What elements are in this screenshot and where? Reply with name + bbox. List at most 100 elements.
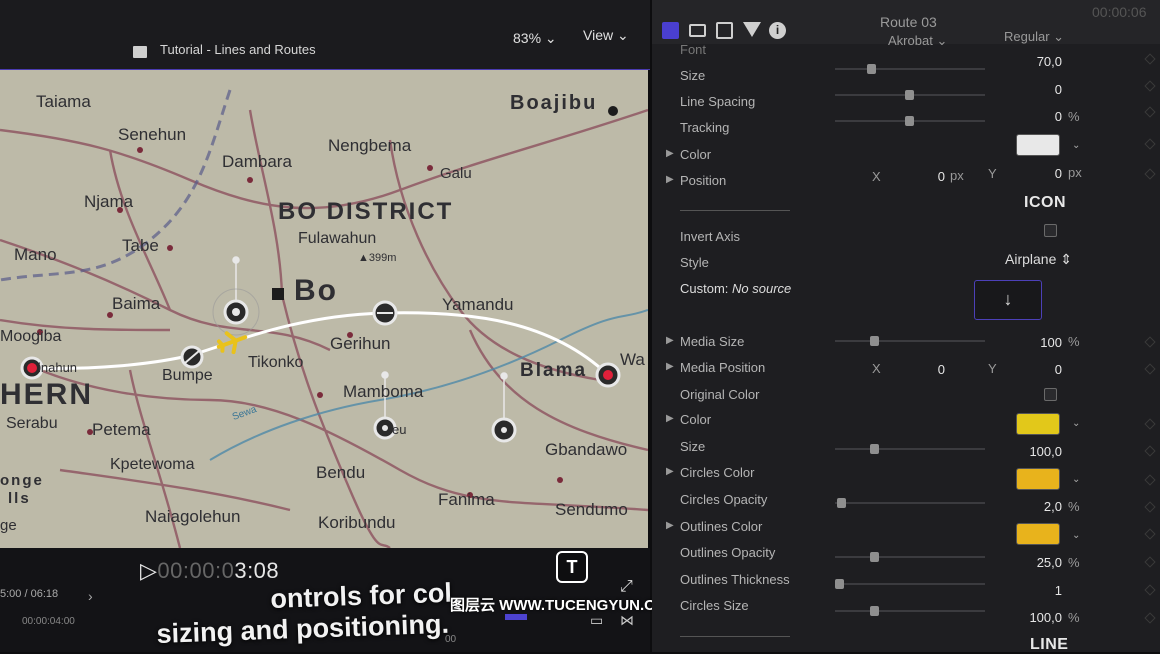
chevron-down-icon: ⌄ bbox=[544, 30, 557, 46]
place-label: BO DISTRICT bbox=[278, 198, 454, 225]
font-family-select[interactable]: Akrobat ⌄ bbox=[888, 33, 947, 49]
keyframe-button[interactable] bbox=[1144, 168, 1156, 180]
paragraph-tab-icon[interactable] bbox=[689, 24, 706, 37]
media-position-y-value[interactable]: 0 bbox=[972, 362, 1062, 377]
keyframe-button[interactable] bbox=[1144, 612, 1156, 624]
font-weight-select[interactable]: Regular ⌄ bbox=[1004, 29, 1064, 45]
outlines-opacity-slider[interactable] bbox=[835, 552, 985, 562]
outlines-color-label[interactable]: ▶ Outlines Color bbox=[666, 519, 762, 534]
tracking-value[interactable]: 0 bbox=[972, 109, 1062, 124]
disclosure-triangle-icon[interactable]: ▶ bbox=[666, 335, 674, 346]
filter-tab-icon[interactable] bbox=[743, 22, 761, 37]
original-color-checkbox[interactable] bbox=[1044, 388, 1057, 401]
play-icon[interactable]: ▷ bbox=[140, 558, 157, 583]
place-label: Mano bbox=[14, 245, 57, 264]
media-size-slider[interactable] bbox=[835, 336, 985, 346]
invert-axis-label: Invert Axis bbox=[680, 229, 740, 244]
map-canvas[interactable]: Taiama Senehun Boajibu Dambara Nengbema Galu N… bbox=[0, 70, 648, 548]
zoom-value: 83% bbox=[513, 30, 542, 46]
style-select[interactable]: Airplane ⇕ bbox=[1005, 251, 1072, 268]
place-label: Tabe bbox=[122, 236, 159, 255]
keyframe-button[interactable] bbox=[1144, 80, 1156, 92]
slider-knob[interactable] bbox=[835, 579, 844, 589]
keyframe-button[interactable] bbox=[1144, 528, 1156, 540]
chevron-down-icon[interactable]: ⌄ bbox=[1072, 530, 1080, 541]
outlines-thickness-value[interactable]: 1 bbox=[972, 583, 1062, 598]
info-tab-icon[interactable]: i bbox=[769, 22, 786, 39]
slider-knob[interactable] bbox=[905, 116, 914, 126]
chevron-down-icon[interactable]: ⌄ bbox=[1072, 418, 1080, 429]
circles-opacity-slider[interactable] bbox=[835, 498, 985, 508]
text-color-label[interactable]: ▶ Color bbox=[666, 147, 712, 162]
icon-size-value[interactable]: 100,0 bbox=[972, 444, 1062, 459]
media-position-label[interactable]: ▶ Media Position bbox=[666, 360, 766, 375]
disclosure-triangle-icon[interactable]: ▶ bbox=[666, 520, 674, 531]
disclosure-triangle-icon[interactable]: ▶ bbox=[666, 174, 674, 185]
media-size-label[interactable]: ▶ Media Size bbox=[666, 334, 744, 349]
keyframe-button[interactable] bbox=[1144, 418, 1156, 430]
zoom-menu[interactable]: 83% ⌄ bbox=[513, 30, 557, 47]
circles-size-value[interactable]: 100,0 bbox=[972, 610, 1062, 625]
circles-opacity-value[interactable]: 2,0 bbox=[972, 499, 1062, 514]
slider-knob[interactable] bbox=[870, 552, 879, 562]
media-position-x-value[interactable]: 0 bbox=[855, 362, 945, 377]
tracking-slider[interactable] bbox=[835, 116, 985, 126]
size-value[interactable]: 70,0 bbox=[972, 54, 1062, 69]
circles-color-label[interactable]: ▶ Circles Color bbox=[666, 465, 755, 480]
disclosure-triangle-icon[interactable]: ▶ bbox=[666, 148, 674, 159]
outlines-thickness-slider[interactable] bbox=[835, 579, 985, 589]
icon-color-label[interactable]: ▶ Color bbox=[666, 412, 712, 427]
chevron-down-icon[interactable]: ⌄ bbox=[1072, 474, 1080, 485]
text-tab-icon[interactable] bbox=[662, 22, 679, 39]
text-color-label-text: Color bbox=[680, 147, 712, 162]
disclosure-triangle-icon[interactable]: ▶ bbox=[666, 466, 674, 477]
keyframe-button[interactable] bbox=[1144, 584, 1156, 596]
line-spacing-slider[interactable] bbox=[835, 90, 985, 100]
icon-color-label-text: Color bbox=[680, 412, 712, 427]
icon-size-slider[interactable] bbox=[835, 444, 985, 454]
position-y-value[interactable]: 0 bbox=[972, 166, 1062, 181]
slider-knob[interactable] bbox=[870, 606, 879, 616]
keyframe-button[interactable] bbox=[1144, 445, 1156, 457]
video-tab-icon[interactable] bbox=[716, 22, 733, 39]
position-x-value[interactable]: 0 bbox=[855, 169, 945, 184]
slider-knob[interactable] bbox=[870, 336, 879, 346]
keyframe-button[interactable] bbox=[1144, 138, 1156, 150]
keyframe-button[interactable] bbox=[1144, 106, 1156, 118]
icon-color-swatch[interactable] bbox=[1016, 413, 1060, 435]
position-label[interactable]: ▶ Position bbox=[666, 173, 726, 188]
slider-knob[interactable] bbox=[870, 444, 879, 454]
outlines-color-swatch[interactable] bbox=[1016, 523, 1060, 545]
place-label: inahun bbox=[38, 360, 78, 375]
circles-size-label: Circles Size bbox=[680, 598, 749, 613]
chevron-down-icon[interactable]: ⌄ bbox=[1072, 140, 1080, 151]
keyframe-button[interactable] bbox=[1144, 53, 1156, 65]
place-label: lls bbox=[8, 490, 31, 507]
place-label: Moogiba bbox=[0, 328, 62, 345]
text-color-swatch[interactable] bbox=[1016, 134, 1060, 156]
slider-knob[interactable] bbox=[837, 498, 846, 508]
size-slider[interactable] bbox=[835, 64, 985, 74]
circles-color-label-text: Circles Color bbox=[680, 465, 755, 480]
place-label: Njama bbox=[84, 192, 134, 211]
disclosure-triangle-icon[interactable]: ▶ bbox=[666, 361, 674, 372]
keyframe-button[interactable] bbox=[1144, 336, 1156, 348]
line-spacing-value[interactable]: 0 bbox=[972, 82, 1062, 97]
media-size-value[interactable]: 100 bbox=[972, 335, 1062, 350]
circles-size-slider[interactable] bbox=[835, 606, 985, 616]
slider-knob[interactable] bbox=[867, 64, 876, 74]
keyframe-button[interactable] bbox=[1144, 363, 1156, 375]
keyframe-button[interactable] bbox=[1144, 501, 1156, 513]
disclosure-triangle-icon[interactable]: ▶ bbox=[666, 413, 674, 424]
outlines-opacity-value[interactable]: 25,0 bbox=[972, 555, 1062, 570]
media-drop-well[interactable]: ↓ bbox=[974, 280, 1042, 320]
chevron-right-icon[interactable]: › bbox=[88, 588, 93, 604]
media-position-label-text: Media Position bbox=[680, 360, 766, 375]
slider-knob[interactable] bbox=[905, 90, 914, 100]
custom-label: Custom: bbox=[680, 281, 729, 296]
keyframe-button[interactable] bbox=[1144, 556, 1156, 568]
keyframe-button[interactable] bbox=[1144, 474, 1156, 486]
invert-axis-checkbox[interactable] bbox=[1044, 224, 1057, 237]
circles-color-swatch[interactable] bbox=[1016, 468, 1060, 490]
view-menu[interactable]: View ⌄ bbox=[583, 27, 629, 44]
